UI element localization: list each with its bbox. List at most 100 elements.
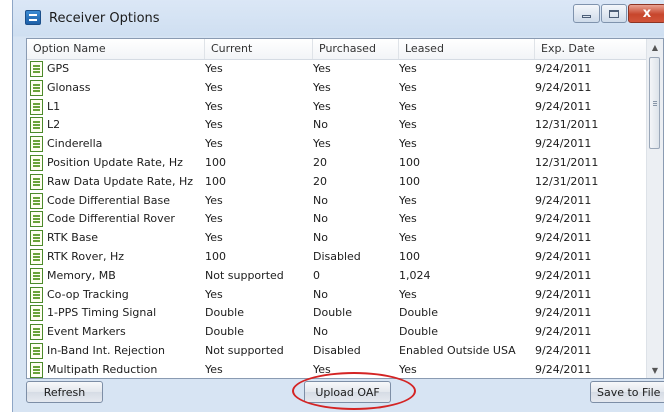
option-document-icon bbox=[30, 324, 43, 341]
cell-current: Double bbox=[205, 306, 244, 320]
table-row[interactable]: RTK Rover, Hz 100 Disabled 100 9/24/2011 bbox=[27, 248, 647, 267]
column-header-purchased[interactable]: Purchased bbox=[313, 39, 399, 59]
cell-exp-date: 9/24/2011 bbox=[535, 193, 592, 207]
save-to-file-button[interactable]: Save to File bbox=[590, 381, 664, 403]
cell-current: 100 bbox=[205, 249, 226, 263]
cell-leased: Yes bbox=[399, 193, 417, 207]
minimize-button[interactable] bbox=[573, 4, 600, 23]
table-row[interactable]: Glonass Yes Yes Yes 9/24/2011 bbox=[27, 79, 647, 98]
table-row[interactable]: Position Update Rate, Hz 100 20 100 12/31/20… bbox=[27, 154, 647, 173]
table-row[interactable]: In-Band Int. Rejection Not supported Disab… bbox=[27, 342, 647, 361]
cell-current: Not supported bbox=[205, 343, 284, 357]
cell-purchased: No bbox=[313, 193, 328, 207]
table-row[interactable]: Code Differential Base Yes No Yes 9/24/2011 bbox=[27, 192, 647, 211]
cell-purchased: Disabled bbox=[313, 249, 361, 263]
cell-exp-date: 9/24/2011 bbox=[535, 343, 592, 357]
cell-leased: Yes bbox=[399, 212, 417, 226]
cell-leased: Yes bbox=[399, 137, 417, 151]
column-header-current[interactable]: Current bbox=[205, 39, 313, 59]
cell-purchased: Yes bbox=[313, 62, 331, 75]
cell-option-name: L1 bbox=[47, 99, 61, 113]
refresh-button[interactable]: Refresh bbox=[26, 381, 103, 403]
table-row[interactable]: Code Differential Rover Yes No Yes 9/24/2011 bbox=[27, 210, 647, 229]
cell-option-name: Position Update Rate, Hz bbox=[47, 155, 183, 169]
table-row[interactable]: L1 Yes Yes Yes 9/24/2011 bbox=[27, 98, 647, 117]
option-document-icon bbox=[30, 305, 43, 322]
column-header-option-name[interactable]: Option Name bbox=[27, 39, 205, 59]
cell-current: Yes bbox=[205, 362, 223, 376]
cell-purchased: No bbox=[313, 231, 328, 245]
table-row[interactable]: Event Markers Double No Double 9/24/2011 bbox=[27, 323, 647, 342]
cell-purchased: 20 bbox=[313, 155, 327, 169]
vertical-scrollbar[interactable]: ▲ ▼ bbox=[646, 39, 663, 378]
cell-option-name: GPS bbox=[47, 62, 70, 75]
cell-option-name: Multipath Reduction bbox=[47, 362, 158, 376]
cell-exp-date: 9/24/2011 bbox=[535, 99, 592, 113]
cell-exp-date: 9/24/2011 bbox=[535, 268, 592, 282]
cell-exp-date: 9/24/2011 bbox=[535, 325, 592, 339]
cell-exp-date: 12/31/2011 bbox=[535, 118, 599, 132]
column-header-exp-date[interactable]: Exp. Date bbox=[535, 39, 649, 59]
list-header: Option Name Current Purchased Leased Exp… bbox=[27, 39, 663, 60]
option-document-icon bbox=[30, 230, 43, 247]
cell-purchased: No bbox=[313, 287, 328, 301]
cell-purchased: Yes bbox=[313, 362, 331, 376]
cell-purchased: Double bbox=[313, 306, 352, 320]
scroll-up-arrow-icon[interactable]: ▲ bbox=[647, 39, 663, 55]
option-document-icon bbox=[30, 267, 43, 284]
table-row[interactable]: Raw Data Update Rate, Hz 100 20 100 12/31/20… bbox=[27, 173, 647, 192]
cell-current: Yes bbox=[205, 231, 223, 245]
cell-leased: Double bbox=[399, 306, 438, 320]
cell-leased: Yes bbox=[399, 231, 417, 245]
scroll-thumb[interactable] bbox=[649, 57, 660, 149]
table-row[interactable]: Co-op Tracking Yes No Yes 9/24/2011 bbox=[27, 286, 647, 305]
column-header-leased[interactable]: Leased bbox=[399, 39, 535, 59]
maximize-button[interactable] bbox=[601, 4, 627, 23]
cell-purchased: Yes bbox=[313, 99, 331, 113]
option-document-icon bbox=[30, 98, 43, 115]
cell-option-name: Event Markers bbox=[47, 325, 126, 339]
cell-leased: Yes bbox=[399, 62, 417, 75]
grip-line bbox=[653, 103, 657, 104]
cell-leased: 100 bbox=[399, 174, 420, 188]
cell-current: Yes bbox=[205, 118, 223, 132]
options-list[interactable]: Option Name Current Purchased Leased Exp… bbox=[26, 38, 664, 379]
cell-current: Yes bbox=[205, 287, 223, 301]
cell-current: Yes bbox=[205, 193, 223, 207]
option-document-icon bbox=[30, 136, 43, 153]
table-row[interactable]: 1-PPS Timing Signal Double Double Double 9/2… bbox=[27, 304, 647, 323]
cell-exp-date: 12/31/2011 bbox=[535, 155, 599, 169]
option-document-icon bbox=[30, 154, 43, 171]
cell-exp-date: 9/24/2011 bbox=[535, 287, 592, 301]
cell-option-name: Raw Data Update Rate, Hz bbox=[47, 174, 193, 188]
grip-line bbox=[653, 105, 657, 106]
table-row[interactable]: GPS Yes Yes Yes 9/24/2011 bbox=[27, 60, 647, 79]
table-row[interactable]: Memory, MB Not supported 0 1,024 9/24/2011 bbox=[27, 267, 647, 286]
table-row[interactable]: Multipath Reduction Yes Yes Yes 9/24/2011 bbox=[27, 361, 647, 378]
cell-purchased: 20 bbox=[313, 174, 327, 188]
cell-leased: 100 bbox=[399, 155, 420, 169]
option-document-icon bbox=[30, 361, 43, 378]
cell-exp-date: 9/24/2011 bbox=[535, 62, 592, 75]
cell-leased: Double bbox=[399, 325, 438, 339]
cell-option-name: Code Differential Rover bbox=[47, 212, 175, 226]
close-button[interactable]: x bbox=[628, 4, 664, 23]
title-bar[interactable]: Receiver Options x bbox=[13, 0, 664, 38]
cell-leased: Yes bbox=[399, 287, 417, 301]
cell-exp-date: 9/24/2011 bbox=[535, 362, 592, 376]
cell-purchased: No bbox=[313, 118, 328, 132]
table-row[interactable]: RTK Base Yes No Yes 9/24/2011 bbox=[27, 229, 647, 248]
cell-option-name: In-Band Int. Rejection bbox=[47, 343, 165, 357]
cell-current: Yes bbox=[205, 212, 223, 226]
cell-current: Yes bbox=[205, 80, 223, 94]
table-row[interactable]: L2 Yes No Yes 12/31/2011 bbox=[27, 116, 647, 135]
upload-oaf-button[interactable]: Upload OAF bbox=[304, 381, 391, 403]
cell-current: Yes bbox=[205, 62, 223, 75]
table-row[interactable]: Cinderella Yes Yes Yes 9/24/2011 bbox=[27, 135, 647, 154]
scroll-down-arrow-icon[interactable]: ▼ bbox=[647, 362, 663, 378]
cell-current: 100 bbox=[205, 155, 226, 169]
cell-current: 100 bbox=[205, 174, 226, 188]
grip-line bbox=[653, 101, 657, 102]
option-document-icon bbox=[30, 248, 43, 265]
cell-option-name: Co-op Tracking bbox=[47, 287, 129, 301]
